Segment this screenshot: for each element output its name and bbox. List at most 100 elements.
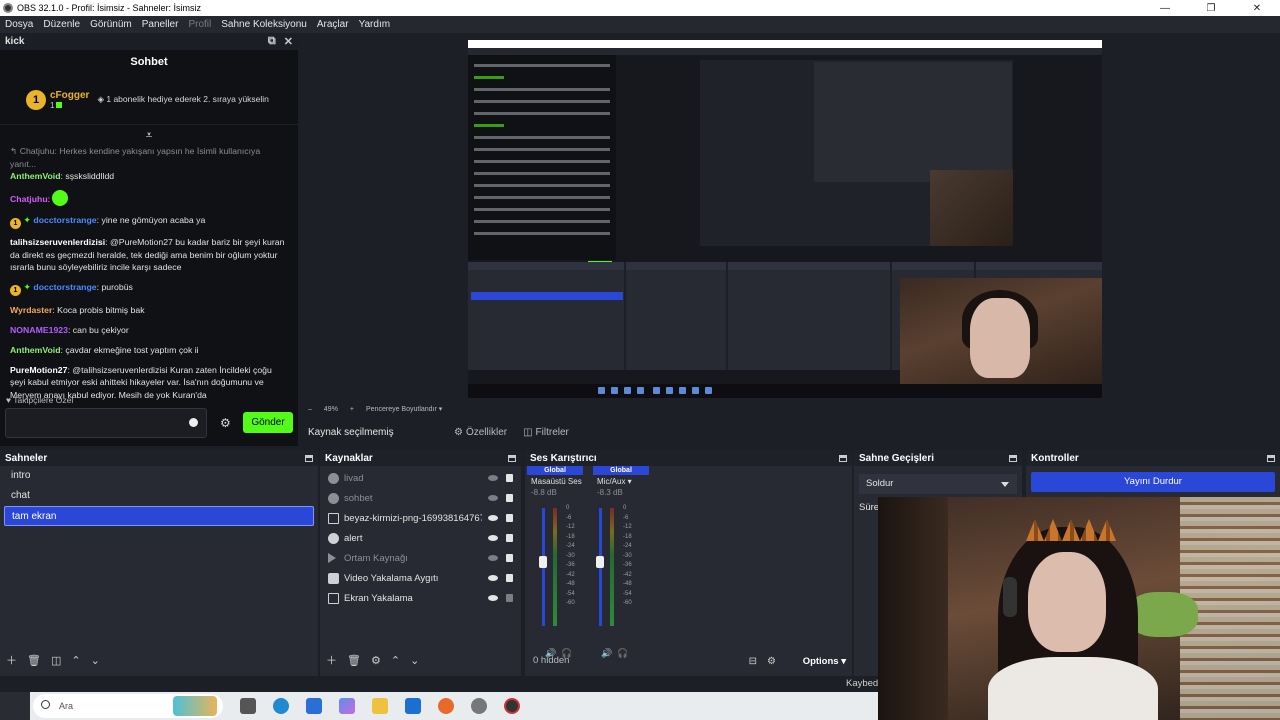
status-bar	[0, 676, 878, 692]
scene-item[interactable]: chat	[4, 486, 314, 506]
source-item[interactable]: beyaz-kirmizi-png-1699381647670.p	[320, 508, 521, 528]
move-up-icon[interactable]: ⌃	[71, 654, 80, 667]
zoom-in-button[interactable]: +	[350, 406, 354, 413]
undock-icon[interactable]	[508, 454, 516, 462]
speaker-icon[interactable]: 🔊	[601, 648, 612, 659]
source-item[interactable]: livad	[320, 468, 521, 488]
visibility-hidden-icon[interactable]	[488, 475, 498, 481]
store-icon[interactable]	[306, 698, 322, 714]
chat-user[interactable]: AnthemVoid	[10, 171, 61, 181]
undock-icon[interactable]	[839, 454, 847, 462]
send-button[interactable]: Gönder	[243, 412, 293, 433]
visibility-icon[interactable]	[488, 515, 498, 521]
minimize-button[interactable]: —	[1142, 3, 1188, 14]
copilot-icon[interactable]	[339, 698, 355, 714]
lock-icon[interactable]	[506, 554, 513, 562]
taskbar-search[interactable]: Ara	[33, 694, 223, 718]
preview-canvas[interactable]	[468, 40, 1102, 398]
source-item[interactable]: Ortam Kaynağı	[320, 548, 521, 568]
menu-help[interactable]: Yardım	[354, 19, 396, 30]
chat-input[interactable]	[5, 408, 207, 438]
lock-icon[interactable]	[506, 534, 513, 542]
chat-user[interactable]: docctorstrange	[33, 282, 96, 292]
chat-user[interactable]: Wyrdaster	[10, 305, 52, 315]
firefox-icon[interactable]	[438, 698, 454, 714]
chat-user[interactable]: PureMotion27	[10, 365, 67, 375]
chat-user[interactable]: docctorstrange	[33, 215, 96, 225]
volume-knob[interactable]	[539, 556, 547, 568]
lock-icon[interactable]	[506, 574, 513, 582]
chat-user[interactable]: Chatjuhu	[10, 194, 48, 204]
source-item[interactable]: Ekran Yakalama	[320, 588, 521, 608]
close-dock-icon[interactable]: ✕	[284, 35, 293, 48]
menu-view[interactable]: Görünüm	[85, 19, 137, 30]
volume-knob[interactable]	[596, 556, 604, 568]
undock-icon[interactable]	[305, 454, 313, 462]
menu-tools[interactable]: Araçlar	[312, 19, 354, 30]
scene-item[interactable]: intro	[4, 466, 314, 486]
undock-icon[interactable]	[1009, 454, 1017, 462]
chat-user[interactable]: NONAME1923	[10, 325, 68, 335]
level-meter	[610, 508, 614, 626]
close-button[interactable]: ✕	[1234, 3, 1280, 14]
remove-scene-icon[interactable]: 🗑	[27, 654, 41, 667]
transition-select[interactable]: Soldur	[859, 474, 1017, 494]
source-item[interactable]: sohbet	[320, 488, 521, 508]
float-dock-icon[interactable]: ⧉	[268, 35, 276, 48]
gift-user[interactable]: cFogger	[50, 90, 89, 101]
outlook-icon[interactable]	[405, 698, 421, 714]
visibility-hidden-icon[interactable]	[488, 495, 498, 501]
fit-window-select[interactable]: Pencereye Boyutlandır ▾	[366, 405, 442, 413]
menu-docks[interactable]: Paneller	[137, 19, 184, 30]
chat-user[interactable]: AnthemVoid	[10, 345, 61, 355]
menu-edit[interactable]: Düzenle	[38, 19, 85, 30]
chat-user[interactable]: talihsizseruvenlerdizisi	[10, 237, 105, 247]
lock-icon[interactable]	[506, 514, 513, 522]
channel-name[interactable]: Masaüstü Ses ▾	[527, 475, 583, 488]
scene-filters-icon[interactable]: ◫	[51, 654, 61, 667]
collapse-chevron-icon[interactable]: ⩡	[0, 125, 298, 145]
mixer-options-button[interactable]: Options ▾	[803, 656, 846, 667]
maximize-button[interactable]: ❐	[1188, 3, 1234, 14]
channel-name[interactable]: Mic/Aux ▾	[593, 475, 649, 488]
source-item[interactable]: Video Yakalama Aygıtı	[320, 568, 521, 588]
undock-icon[interactable]	[1267, 454, 1275, 462]
lock-icon[interactable]	[506, 474, 513, 482]
scene-item-selected[interactable]: tam ekran	[4, 506, 314, 526]
lock-icon[interactable]	[506, 494, 513, 502]
task-view-icon[interactable]	[240, 698, 256, 714]
visibility-icon[interactable]	[488, 595, 498, 601]
move-down-icon[interactable]: ⌄	[91, 654, 100, 667]
add-source-icon[interactable]: ＋	[326, 652, 337, 668]
zoom-out-button[interactable]: –	[308, 406, 312, 413]
emoji-icon[interactable]	[189, 418, 198, 427]
file-explorer-icon[interactable]	[372, 698, 388, 714]
edge-icon[interactable]	[273, 698, 289, 714]
settings-gear-icon[interactable]	[471, 698, 487, 714]
chat-settings-gear-icon[interactable]: ⚙	[220, 416, 231, 430]
mixer-layout-icon[interactable]: ⊟	[749, 656, 757, 667]
remove-source-icon[interactable]: 🗑	[347, 654, 361, 667]
visibility-icon[interactable]	[488, 575, 498, 581]
mixer-title: Ses Karıştırıcı	[530, 452, 597, 464]
visibility-hidden-icon[interactable]	[488, 555, 498, 561]
menu-file[interactable]: Dosya	[0, 19, 38, 30]
source-item[interactable]: alert	[320, 528, 521, 548]
mixer-settings-icon[interactable]: ⚙	[767, 656, 776, 667]
add-scene-icon[interactable]: ＋	[6, 652, 17, 668]
move-down-icon[interactable]: ⌄	[410, 654, 419, 667]
source-properties-icon[interactable]: ⚙	[371, 654, 381, 667]
stop-streaming-button[interactable]: Yayını Durdur	[1031, 472, 1275, 492]
menu-scene-collection[interactable]: Sahne Koleksiyonu	[216, 19, 312, 30]
start-button[interactable]	[0, 692, 30, 720]
chat-message: 1 ✦ docctorstrange: yine ne gömüyon acab…	[10, 214, 288, 229]
move-up-icon[interactable]: ⌃	[391, 654, 400, 667]
properties-button[interactable]: ⚙ Özellikler	[446, 421, 515, 444]
headphones-icon[interactable]: 🎧	[617, 648, 628, 659]
obs-taskbar-icon[interactable]	[504, 698, 520, 714]
unlock-icon[interactable]	[506, 594, 513, 602]
menu-profile[interactable]: Profil	[183, 19, 216, 30]
visibility-icon[interactable]	[488, 535, 498, 541]
filters-button[interactable]: ◫ Filtreler	[515, 421, 577, 444]
global-label: Global	[593, 466, 649, 475]
